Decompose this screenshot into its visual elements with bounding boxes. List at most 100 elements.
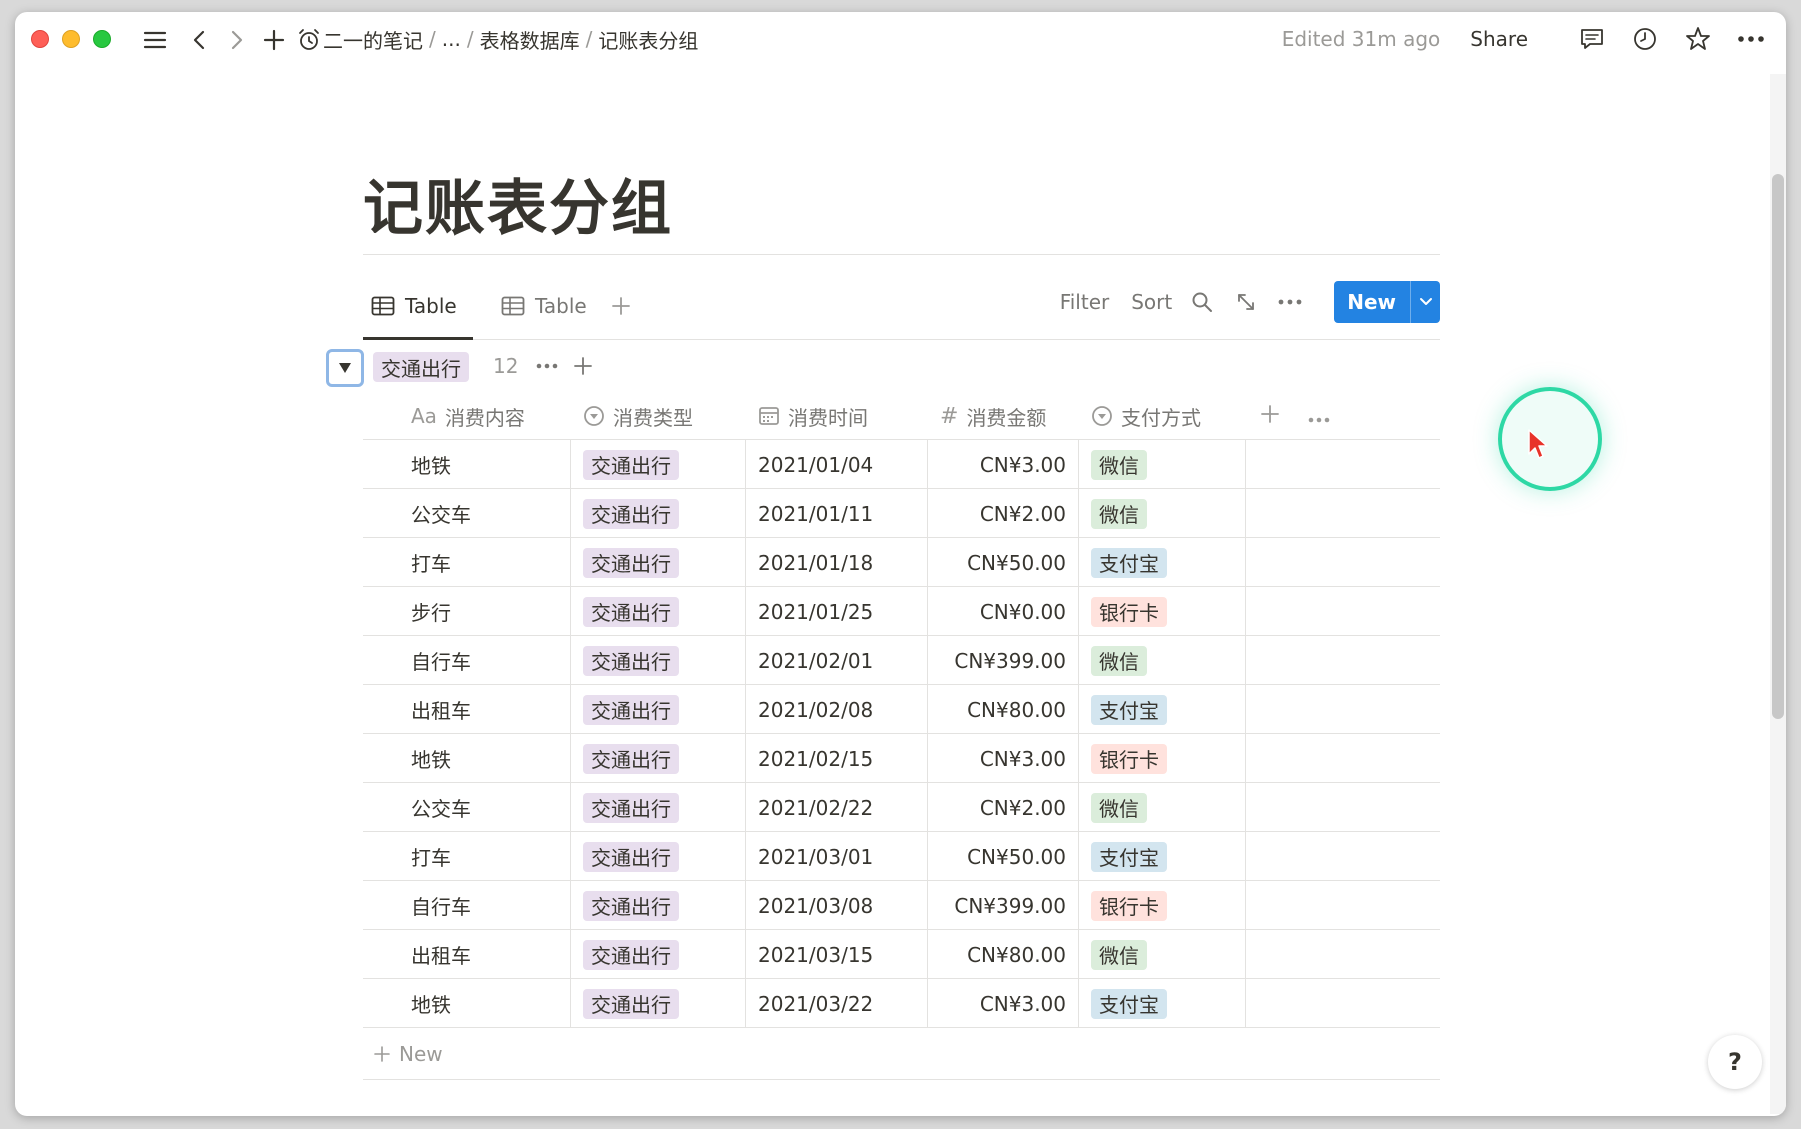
cell-type[interactable]: 交通出行 [571, 881, 746, 930]
cell-content[interactable]: 自行车 [363, 881, 571, 930]
cell-payment[interactable]: 支付宝 [1079, 538, 1246, 587]
add-view-plus-icon[interactable] [611, 288, 631, 324]
cell-payment[interactable]: 支付宝 [1079, 685, 1246, 734]
table-row[interactable]: 自行车 交通出行 2021/03/08 CN¥399.00 银行卡 [363, 881, 1440, 930]
cell-content[interactable]: 打车 [363, 538, 571, 587]
maximize-window-button[interactable] [93, 30, 111, 48]
comments-icon[interactable] [1577, 24, 1607, 54]
search-icon[interactable] [1188, 288, 1216, 316]
scrollbar-thumb[interactable] [1772, 174, 1784, 719]
cell-amount[interactable]: CN¥50.00 [928, 832, 1079, 881]
cell-content[interactable]: 公交车 [363, 783, 571, 832]
cell-empty[interactable] [1246, 489, 1440, 538]
table-row[interactable]: 自行车 交通出行 2021/02/01 CN¥399.00 微信 [363, 636, 1440, 685]
cell-date[interactable]: 2021/01/18 [746, 538, 928, 587]
history-clock-icon[interactable] [1630, 24, 1660, 54]
cell-payment[interactable]: 微信 [1079, 440, 1246, 489]
cell-date[interactable]: 2021/02/15 [746, 734, 928, 783]
cell-amount[interactable]: CN¥399.00 [928, 881, 1079, 930]
sidebar-menu-icon[interactable] [141, 26, 169, 54]
sort-button[interactable]: Sort [1131, 290, 1172, 314]
cell-empty[interactable] [1246, 783, 1440, 832]
cell-type[interactable]: 交通出行 [571, 636, 746, 685]
table-row[interactable]: 地铁 交通出行 2021/01/04 CN¥3.00 微信 [363, 440, 1440, 489]
back-arrow-icon[interactable] [185, 26, 213, 54]
cell-type[interactable]: 交通出行 [571, 538, 746, 587]
add-new-row-button[interactable]: New [363, 1028, 1440, 1080]
cell-empty[interactable] [1246, 538, 1440, 587]
minimize-window-button[interactable] [62, 30, 80, 48]
table-row[interactable]: 公交车 交通出行 2021/02/22 CN¥2.00 微信 [363, 783, 1440, 832]
cell-empty[interactable] [1246, 636, 1440, 685]
favorite-star-icon[interactable] [1683, 24, 1713, 54]
column-header-content[interactable]: Aa 消费内容 [363, 392, 571, 440]
cell-date[interactable]: 2021/02/01 [746, 636, 928, 685]
cell-date[interactable]: 2021/02/08 [746, 685, 928, 734]
group-label-tag[interactable]: 交通出行 [373, 352, 469, 382]
cell-amount[interactable]: CN¥399.00 [928, 636, 1079, 685]
group-collapse-toggle[interactable] [326, 349, 364, 387]
close-window-button[interactable] [31, 30, 49, 48]
filter-button[interactable]: Filter [1060, 290, 1110, 314]
cell-type[interactable]: 交通出行 [571, 832, 746, 881]
cell-payment[interactable]: 银行卡 [1079, 734, 1246, 783]
cell-type[interactable]: 交通出行 [571, 734, 746, 783]
cell-type[interactable]: 交通出行 [571, 783, 746, 832]
cell-type[interactable]: 交通出行 [571, 440, 746, 489]
cell-empty[interactable] [1246, 930, 1440, 979]
cell-payment[interactable]: 银行卡 [1079, 881, 1246, 930]
cell-amount[interactable]: CN¥0.00 [928, 587, 1079, 636]
cell-amount[interactable]: CN¥3.00 [928, 979, 1079, 1028]
cell-amount[interactable]: CN¥2.00 [928, 783, 1079, 832]
expand-arrows-icon[interactable] [1232, 288, 1260, 316]
tab-table-view[interactable]: Table [371, 288, 457, 324]
cell-date[interactable]: 2021/03/22 [746, 979, 928, 1028]
table-row[interactable]: 打车 交通出行 2021/03/01 CN¥50.00 支付宝 [363, 832, 1440, 881]
cell-empty[interactable] [1246, 881, 1440, 930]
cell-content[interactable]: 步行 [363, 587, 571, 636]
cell-date[interactable]: 2021/02/22 [746, 783, 928, 832]
more-options-icon[interactable] [1736, 24, 1766, 54]
cell-type[interactable]: 交通出行 [571, 930, 746, 979]
table-row[interactable]: 地铁 交通出行 2021/02/15 CN¥3.00 银行卡 [363, 734, 1440, 783]
breadcrumb-item[interactable]: 记账表分组 [594, 25, 702, 54]
cell-content[interactable]: 出租车 [363, 930, 571, 979]
cell-content[interactable]: 打车 [363, 832, 571, 881]
cell-content[interactable]: 公交车 [363, 489, 571, 538]
cell-empty[interactable] [1246, 734, 1440, 783]
breadcrumb-item[interactable]: 表格数据库 [476, 25, 584, 54]
cell-payment[interactable]: 支付宝 [1079, 979, 1246, 1028]
cell-empty[interactable] [1246, 832, 1440, 881]
cell-content[interactable]: 出租车 [363, 685, 571, 734]
column-header-amount[interactable]: # 消费金额 [928, 392, 1079, 440]
table-row[interactable]: 步行 交通出行 2021/01/25 CN¥0.00 银行卡 [363, 587, 1440, 636]
add-column-plus-icon[interactable] [1260, 404, 1280, 429]
cell-payment[interactable]: 微信 [1079, 489, 1246, 538]
view-more-icon[interactable] [1276, 288, 1304, 316]
cell-empty[interactable] [1246, 440, 1440, 489]
cell-date[interactable]: 2021/01/11 [746, 489, 928, 538]
cell-payment[interactable]: 支付宝 [1079, 832, 1246, 881]
share-button[interactable]: Share [1470, 27, 1528, 51]
table-row[interactable]: 公交车 交通出行 2021/01/11 CN¥2.00 微信 [363, 489, 1440, 538]
new-record-button[interactable]: New [1334, 281, 1440, 323]
table-row[interactable]: 出租车 交通出行 2021/02/08 CN¥80.00 支付宝 [363, 685, 1440, 734]
forward-arrow-icon[interactable] [223, 26, 251, 54]
cell-type[interactable]: 交通出行 [571, 587, 746, 636]
cell-empty[interactable] [1246, 587, 1440, 636]
cell-content[interactable]: 地铁 [363, 734, 571, 783]
tab-table-view-2[interactable]: Table [501, 288, 587, 324]
cell-amount[interactable]: CN¥50.00 [928, 538, 1079, 587]
cell-content[interactable]: 地铁 [363, 979, 571, 1028]
cell-payment[interactable]: 微信 [1079, 930, 1246, 979]
cell-type[interactable]: 交通出行 [571, 489, 746, 538]
cell-amount[interactable]: CN¥2.00 [928, 489, 1079, 538]
cell-date[interactable]: 2021/03/01 [746, 832, 928, 881]
cell-date[interactable]: 2021/03/15 [746, 930, 928, 979]
breadcrumb-item[interactable]: ... [438, 27, 465, 51]
group-more-icon[interactable] [533, 352, 561, 380]
cell-empty[interactable] [1246, 685, 1440, 734]
cell-payment[interactable]: 微信 [1079, 636, 1246, 685]
table-row[interactable]: 出租车 交通出行 2021/03/15 CN¥80.00 微信 [363, 930, 1440, 979]
scrollbar-track[interactable] [1770, 74, 1786, 1114]
